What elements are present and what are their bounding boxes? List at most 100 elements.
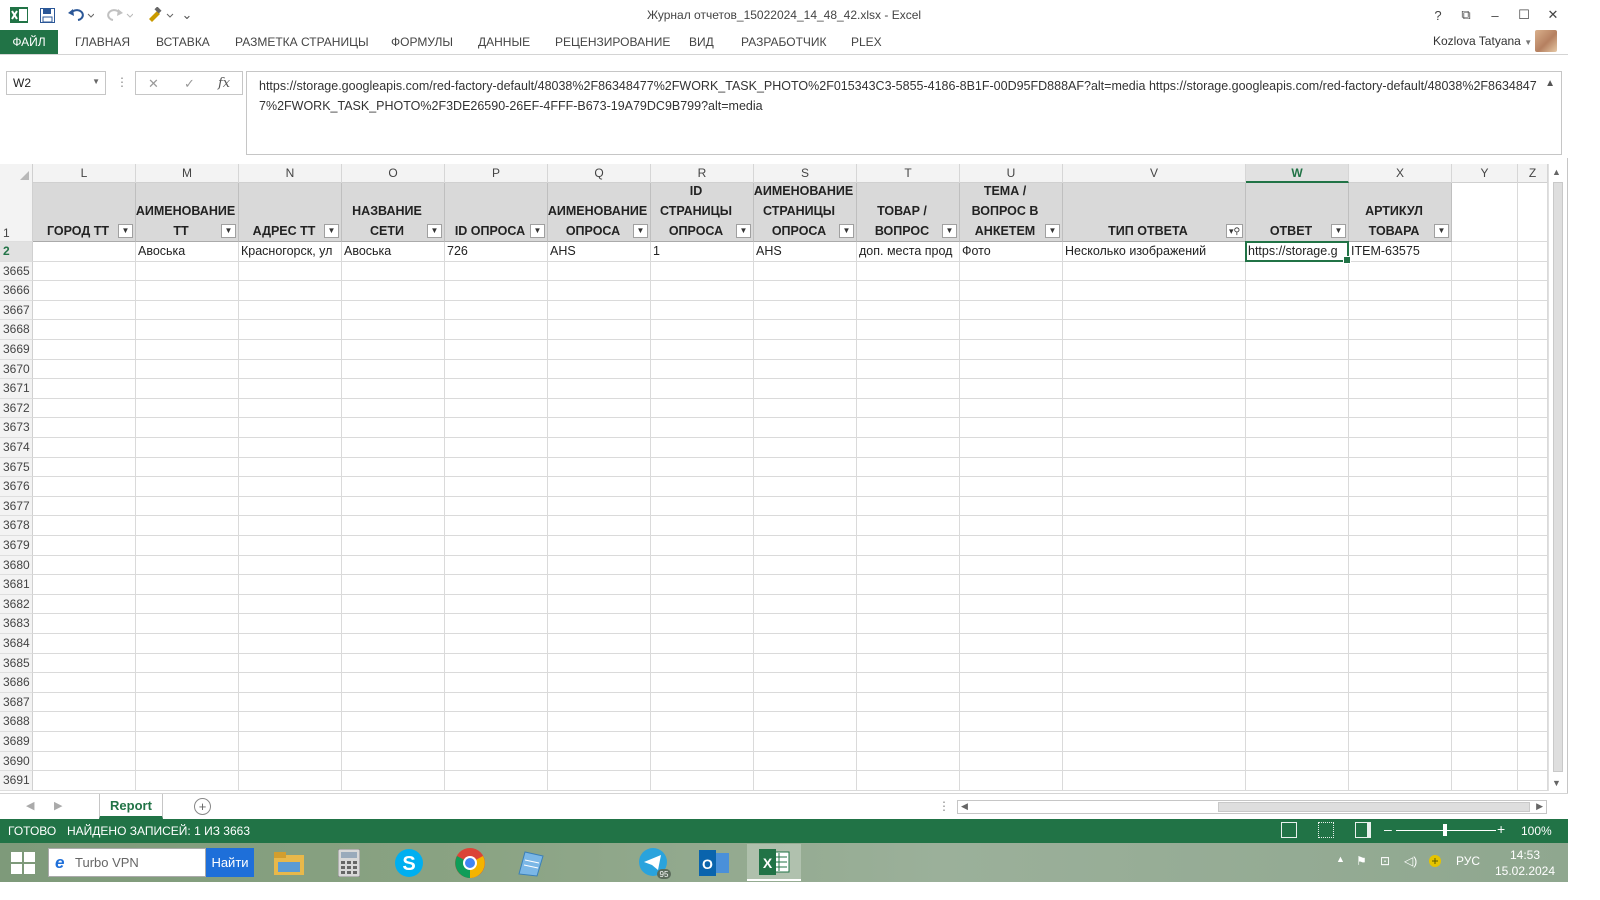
- start-button[interactable]: [11, 852, 37, 874]
- row-header[interactable]: 3691: [0, 771, 33, 791]
- grid-cell[interactable]: [33, 477, 136, 497]
- page-layout-view-icon[interactable]: [1318, 822, 1334, 838]
- grid-cell[interactable]: [548, 281, 651, 301]
- column-title[interactable]: НАЗВАНИЕ СЕТИ ▼: [342, 183, 445, 242]
- grid-cell[interactable]: [342, 594, 445, 615]
- row-header[interactable]: 3683: [0, 614, 33, 634]
- grid-cell[interactable]: [1452, 614, 1518, 634]
- grid-cell[interactable]: [445, 712, 548, 732]
- grid-cell[interactable]: [342, 771, 445, 791]
- grid-cell[interactable]: [1452, 320, 1518, 340]
- grid-cell[interactable]: [1518, 594, 1548, 615]
- grid-cell[interactable]: [1349, 320, 1452, 340]
- tab-developer[interactable]: РАЗРАБОТЧИК: [741, 35, 827, 49]
- grid-cell[interactable]: [960, 359, 1063, 380]
- grid-cell[interactable]: [548, 732, 651, 752]
- grid-cell[interactable]: [1063, 359, 1246, 380]
- grid-cell[interactable]: [136, 340, 239, 360]
- column-header-u[interactable]: U: [960, 164, 1063, 183]
- grid-cell[interactable]: [1452, 751, 1518, 772]
- column-title[interactable]: НАИМЕНОВАНИЕ ОПРОСА ▼: [548, 183, 651, 242]
- column-header-w[interactable]: W: [1246, 164, 1349, 183]
- grid-cell[interactable]: [651, 555, 754, 576]
- grid-cell[interactable]: [33, 418, 136, 438]
- grid-cell[interactable]: [960, 438, 1063, 458]
- grid-cell[interactable]: [239, 634, 342, 654]
- grid-cell[interactable]: [33, 340, 136, 360]
- vertical-scrollbar[interactable]: ▲ ▼: [1548, 164, 1566, 791]
- grid-cell[interactable]: [342, 457, 445, 478]
- grid-cell[interactable]: [445, 692, 548, 713]
- collapse-formula-bar-icon[interactable]: ▲: [1545, 74, 1555, 94]
- grid-cell[interactable]: [548, 692, 651, 713]
- grid-cell[interactable]: [1246, 653, 1349, 674]
- row-header[interactable]: 3677: [0, 496, 33, 517]
- grid-cell[interactable]: [857, 457, 960, 478]
- grid-cell[interactable]: [857, 438, 960, 458]
- grid-cell[interactable]: [136, 496, 239, 517]
- tab-page-layout[interactable]: РАЗМЕТКА СТРАНИЦЫ: [235, 35, 369, 49]
- row-header[interactable]: 3685: [0, 653, 33, 674]
- grid-cell[interactable]: [1246, 496, 1349, 517]
- grid-cell[interactable]: [33, 555, 136, 576]
- grid-cell[interactable]: [651, 418, 754, 438]
- filter-dropdown-icon[interactable]: ▼: [942, 224, 957, 238]
- grid-cell[interactable]: [548, 340, 651, 360]
- data-cell-p[interactable]: 726: [445, 242, 548, 262]
- close-button[interactable]: ✕: [1540, 4, 1566, 26]
- grid-cell[interactable]: [342, 496, 445, 517]
- grid-cell[interactable]: [342, 614, 445, 634]
- grid-cell[interactable]: [857, 281, 960, 301]
- grid-cell[interactable]: [1063, 340, 1246, 360]
- grid-cell[interactable]: [445, 536, 548, 556]
- grid-cell[interactable]: [342, 398, 445, 419]
- grid-cell[interactable]: [1518, 359, 1548, 380]
- grid-cell[interactable]: [1452, 771, 1518, 791]
- grid-cell[interactable]: [1452, 516, 1518, 536]
- tab-formulas[interactable]: ФОРМУЛЫ: [391, 35, 453, 49]
- grid-cell[interactable]: [445, 614, 548, 634]
- grid-cell[interactable]: [651, 614, 754, 634]
- grid-cell[interactable]: [1063, 771, 1246, 791]
- grid-cell[interactable]: [239, 536, 342, 556]
- grid-cell[interactable]: [1452, 379, 1518, 399]
- grid-cell[interactable]: [445, 359, 548, 380]
- grid-cell[interactable]: [651, 379, 754, 399]
- grid-cell[interactable]: [651, 673, 754, 693]
- grid-cell[interactable]: [1063, 398, 1246, 419]
- grid-cell[interactable]: [136, 634, 239, 654]
- grid-cell[interactable]: [1349, 379, 1452, 399]
- grid-cell[interactable]: [857, 359, 960, 380]
- grid-cell[interactable]: [857, 536, 960, 556]
- grid-cell[interactable]: [960, 634, 1063, 654]
- grid-cell[interactable]: [857, 340, 960, 360]
- grid-cell[interactable]: [960, 673, 1063, 693]
- column-title[interactable]: ТЕМА /ВОПРОС В АНКЕТЕМ ▼: [960, 183, 1063, 242]
- grid-cell[interactable]: [1452, 300, 1518, 321]
- grid-cell[interactable]: [342, 634, 445, 654]
- grid-cell[interactable]: [445, 771, 548, 791]
- column-title[interactable]: ID ОПРОСА ▼: [445, 183, 548, 242]
- grid-cell[interactable]: [1246, 634, 1349, 654]
- filter-dropdown-icon[interactable]: ▼: [221, 224, 236, 238]
- grid-cell[interactable]: [754, 555, 857, 576]
- column-header-m[interactable]: M: [136, 164, 239, 183]
- grid-cell[interactable]: [960, 340, 1063, 360]
- data-cell-v[interactable]: Несколько изображений: [1063, 242, 1246, 262]
- scroll-up-icon[interactable]: ▲: [1552, 167, 1561, 177]
- grid-cell[interactable]: [651, 457, 754, 478]
- grid-cell[interactable]: [651, 300, 754, 321]
- grid-cell[interactable]: [857, 653, 960, 674]
- filter-dropdown-icon[interactable]: ▼: [1434, 224, 1449, 238]
- grid-cell[interactable]: [445, 438, 548, 458]
- grid-cell[interactable]: [136, 712, 239, 732]
- grid-cell[interactable]: [1349, 634, 1452, 654]
- grid-cell[interactable]: [1349, 771, 1452, 791]
- grid-cell[interactable]: [342, 732, 445, 752]
- grid-cell[interactable]: [136, 359, 239, 380]
- grid-cell[interactable]: [1518, 634, 1548, 654]
- grid-cell[interactable]: [960, 516, 1063, 536]
- grid-cell[interactable]: [548, 594, 651, 615]
- row-header[interactable]: 3675: [0, 457, 33, 478]
- grid-cell[interactable]: [1518, 340, 1548, 360]
